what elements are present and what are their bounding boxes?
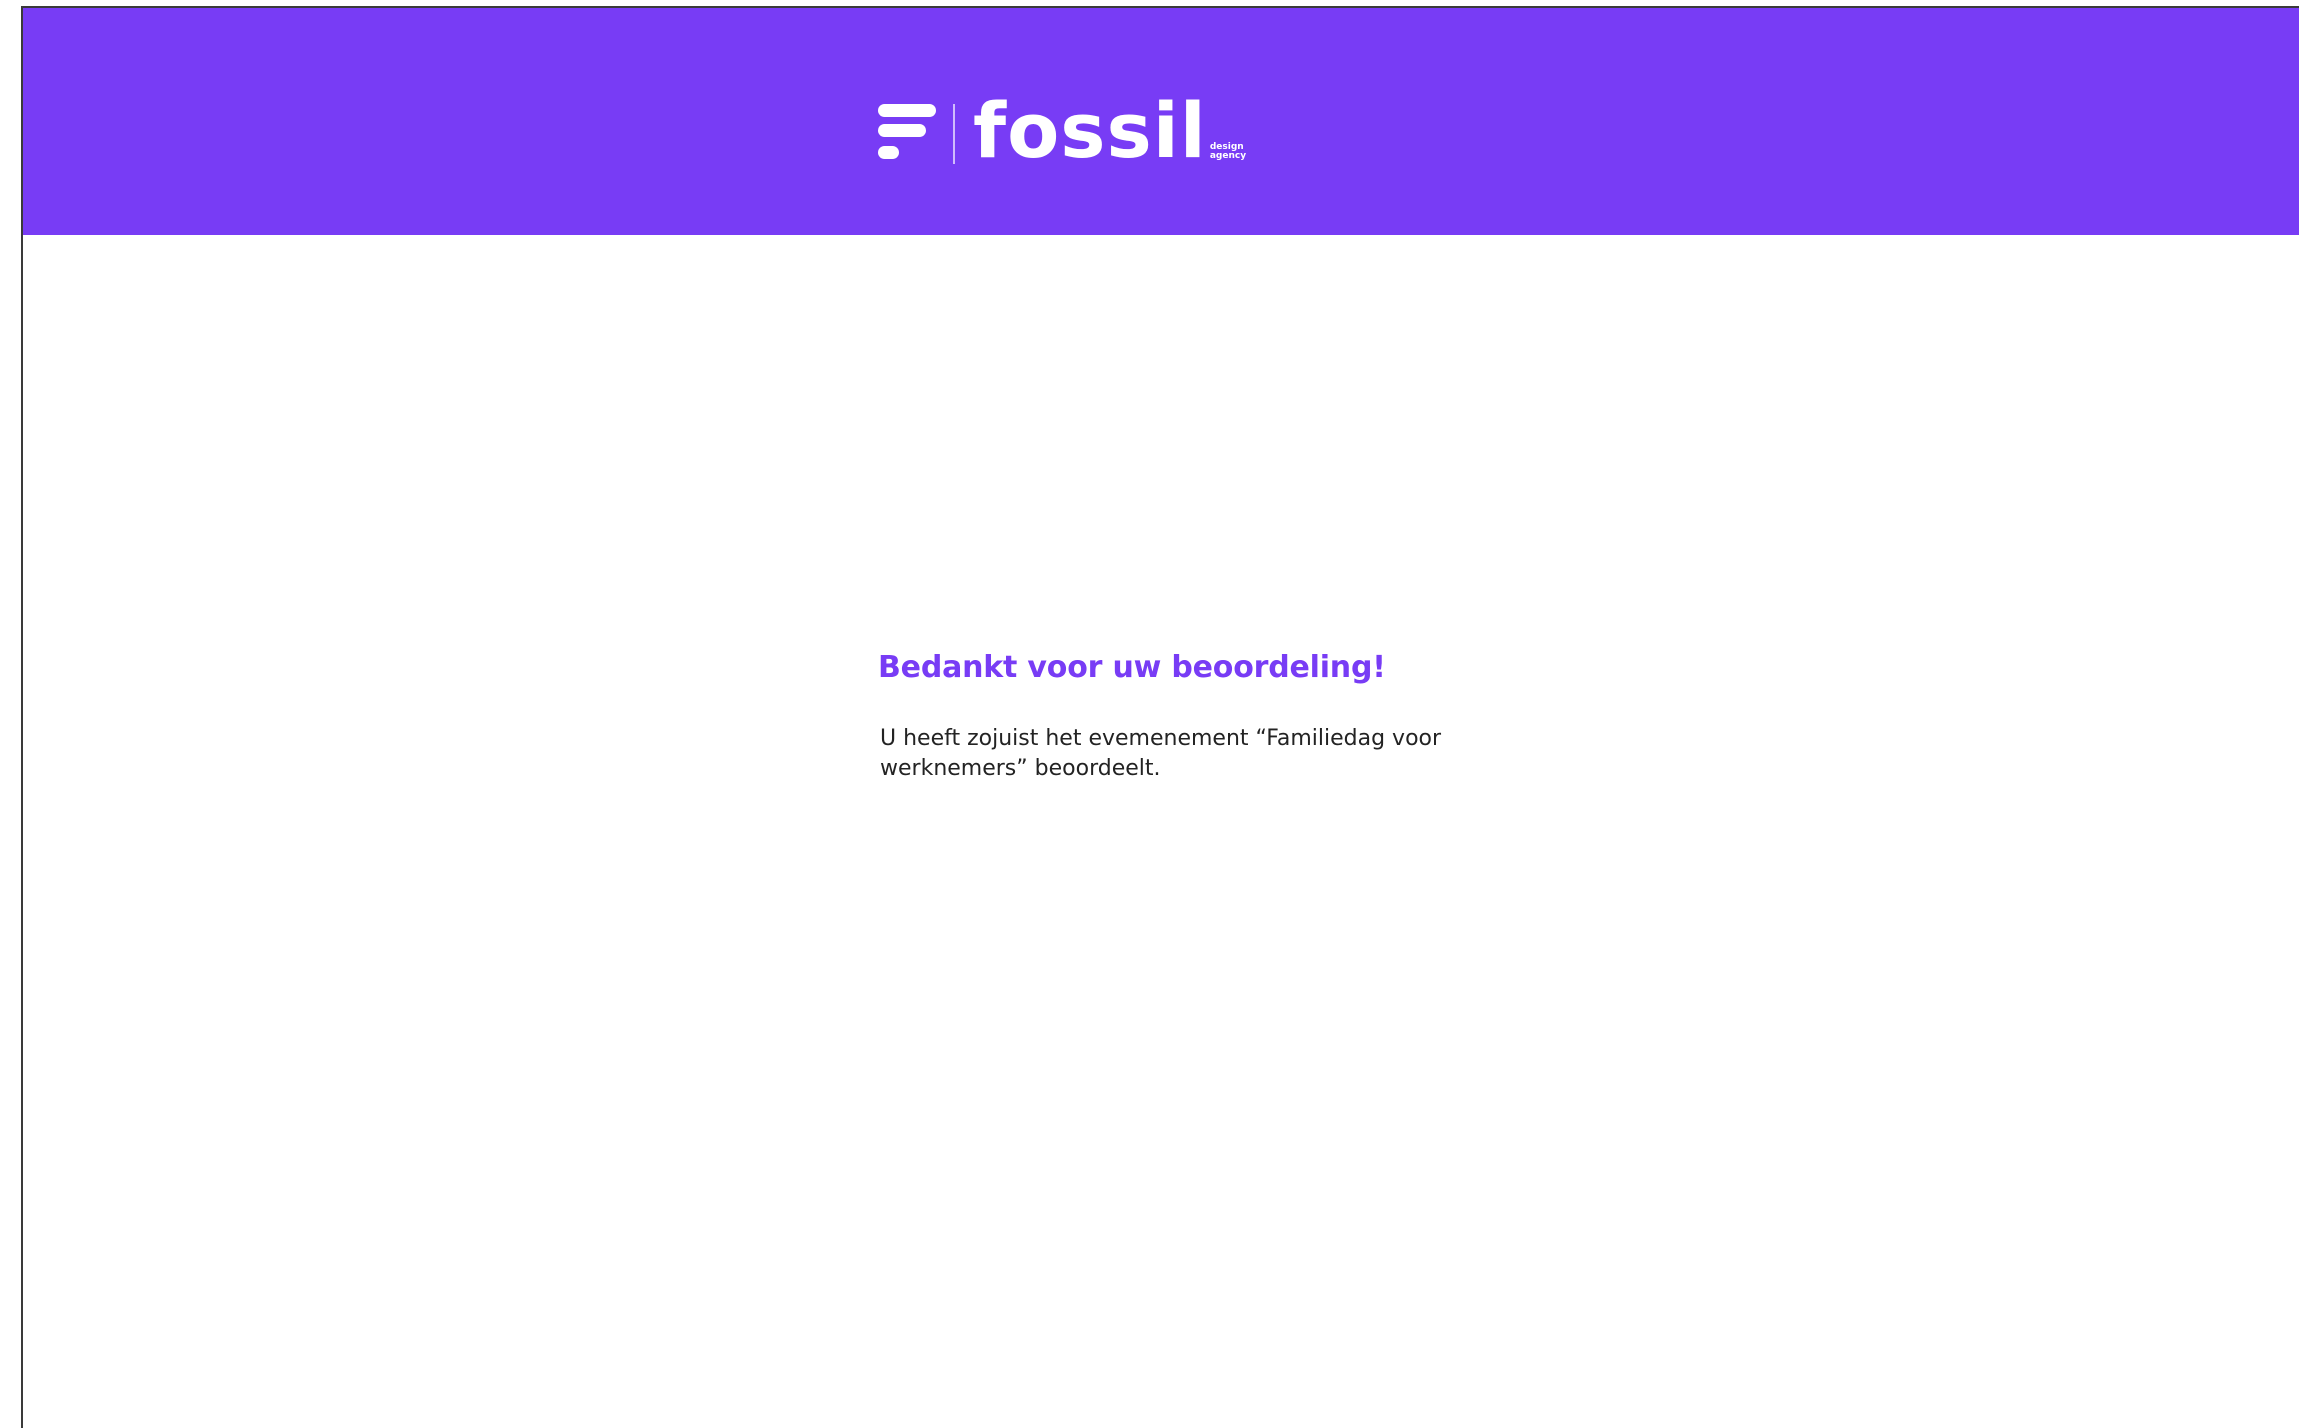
browser-viewport: fossil design agency Bedankt voor uw beo… [21,6,2299,1428]
fossil-f-logo-icon [878,104,936,159]
logo-divider [953,104,955,164]
logo-wordmark: fossil [973,86,1207,175]
fossil-logo[interactable]: fossil design agency [878,89,1246,169]
confirmation-panel: Bedankt voor uw beoordeling! U heeft zoj… [878,648,1498,784]
logo-tagline-line2: agency [1209,151,1247,161]
logo-tagline: design agency [1210,143,1246,161]
site-header: fossil design agency [23,8,2299,235]
confirmation-message: U heeft zojuist het evemenement “Familie… [880,726,1442,781]
confirmation-title: Bedankt voor uw beoordeling! [878,650,1386,685]
